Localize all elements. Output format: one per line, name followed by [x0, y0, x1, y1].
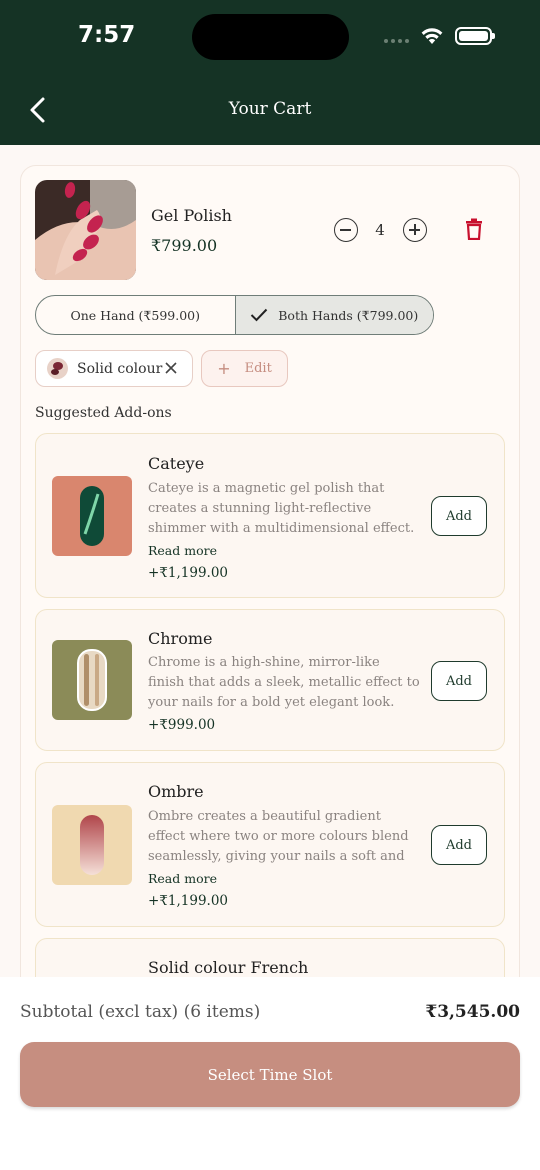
select-time-slot-button[interactable]: Select Time Slot [20, 1042, 520, 1107]
signal-icon [384, 39, 409, 43]
close-icon[interactable] [164, 361, 178, 375]
addon-description: Chrome is a high-shine, mirror-like fini… [148, 655, 420, 710]
status-time: 7:57 [78, 22, 136, 48]
cateye-image [52, 476, 132, 556]
edit-label: Edit [244, 361, 272, 376]
checkmark-icon [250, 308, 268, 322]
battery-icon [455, 27, 495, 45]
product-name: Gel Polish [151, 206, 232, 225]
addon-description: Ombre creates a beautiful gradient effec… [148, 809, 409, 864]
product-price: ₹799.00 [151, 236, 218, 255]
app-header: 7:57 Your Cart [0, 0, 540, 145]
hand-option-selector: One Hand (₹599.00) Both Hands (₹799.00) [35, 295, 434, 335]
read-more-link[interactable]: Read more [148, 871, 217, 886]
read-more-link[interactable]: Read more [148, 543, 217, 558]
option-label: Both Hands (₹799.00) [278, 307, 419, 323]
addon-description: Cateye is a magnetic gel polish that cre… [148, 481, 415, 536]
addon-price: +₹1,199.00 [148, 565, 229, 581]
option-one-hand[interactable]: One Hand (₹599.00) [36, 296, 235, 334]
subtotal-label: Subtotal (excl tax) (6 items) [20, 1002, 261, 1022]
page-title: Your Cart [228, 99, 312, 119]
decrease-quantity-button[interactable] [334, 218, 358, 242]
style-label: Solid colour [77, 360, 163, 377]
addon-card-ombre: Ombre Ombre creates a beautiful gradient… [35, 762, 505, 927]
subtotal-value: ₹3,545.00 [425, 1002, 520, 1022]
addon-name: Cateye [148, 454, 205, 473]
ombre-image [52, 805, 132, 885]
addon-name: Ombre [148, 782, 204, 801]
wifi-icon [421, 28, 443, 44]
add-cateye-button[interactable]: Add [431, 496, 487, 536]
add-ombre-button[interactable]: Add [431, 825, 487, 865]
plus-icon: + [217, 359, 231, 378]
addon-price: +₹1,199.00 [148, 893, 229, 909]
addon-price: +₹999.00 [148, 717, 216, 733]
dynamic-island [192, 14, 349, 60]
option-both-hands[interactable]: Both Hands (₹799.00) [234, 296, 433, 334]
addon-card-chrome: Chrome Chrome is a high-shine, mirror-li… [35, 609, 505, 751]
selected-style-chip: Solid colour [35, 350, 193, 387]
trash-icon[interactable] [464, 218, 484, 240]
product-image [35, 180, 136, 280]
addon-card-cateye: Cateye Cateye is a magnetic gel polish t… [35, 433, 505, 598]
addons-section-title: Suggested Add-ons [35, 405, 172, 421]
edit-style-button[interactable]: + Edit [201, 350, 288, 387]
increase-quantity-button[interactable] [403, 218, 427, 242]
option-label: One Hand (₹599.00) [70, 307, 201, 323]
addon-name: Chrome [148, 629, 213, 648]
style-thumbnail [47, 358, 68, 379]
quantity-value: 4 [375, 221, 385, 239]
chrome-image [52, 640, 132, 720]
addon-name: Solid colour French [148, 958, 309, 977]
add-chrome-button[interactable]: Add [431, 661, 487, 701]
